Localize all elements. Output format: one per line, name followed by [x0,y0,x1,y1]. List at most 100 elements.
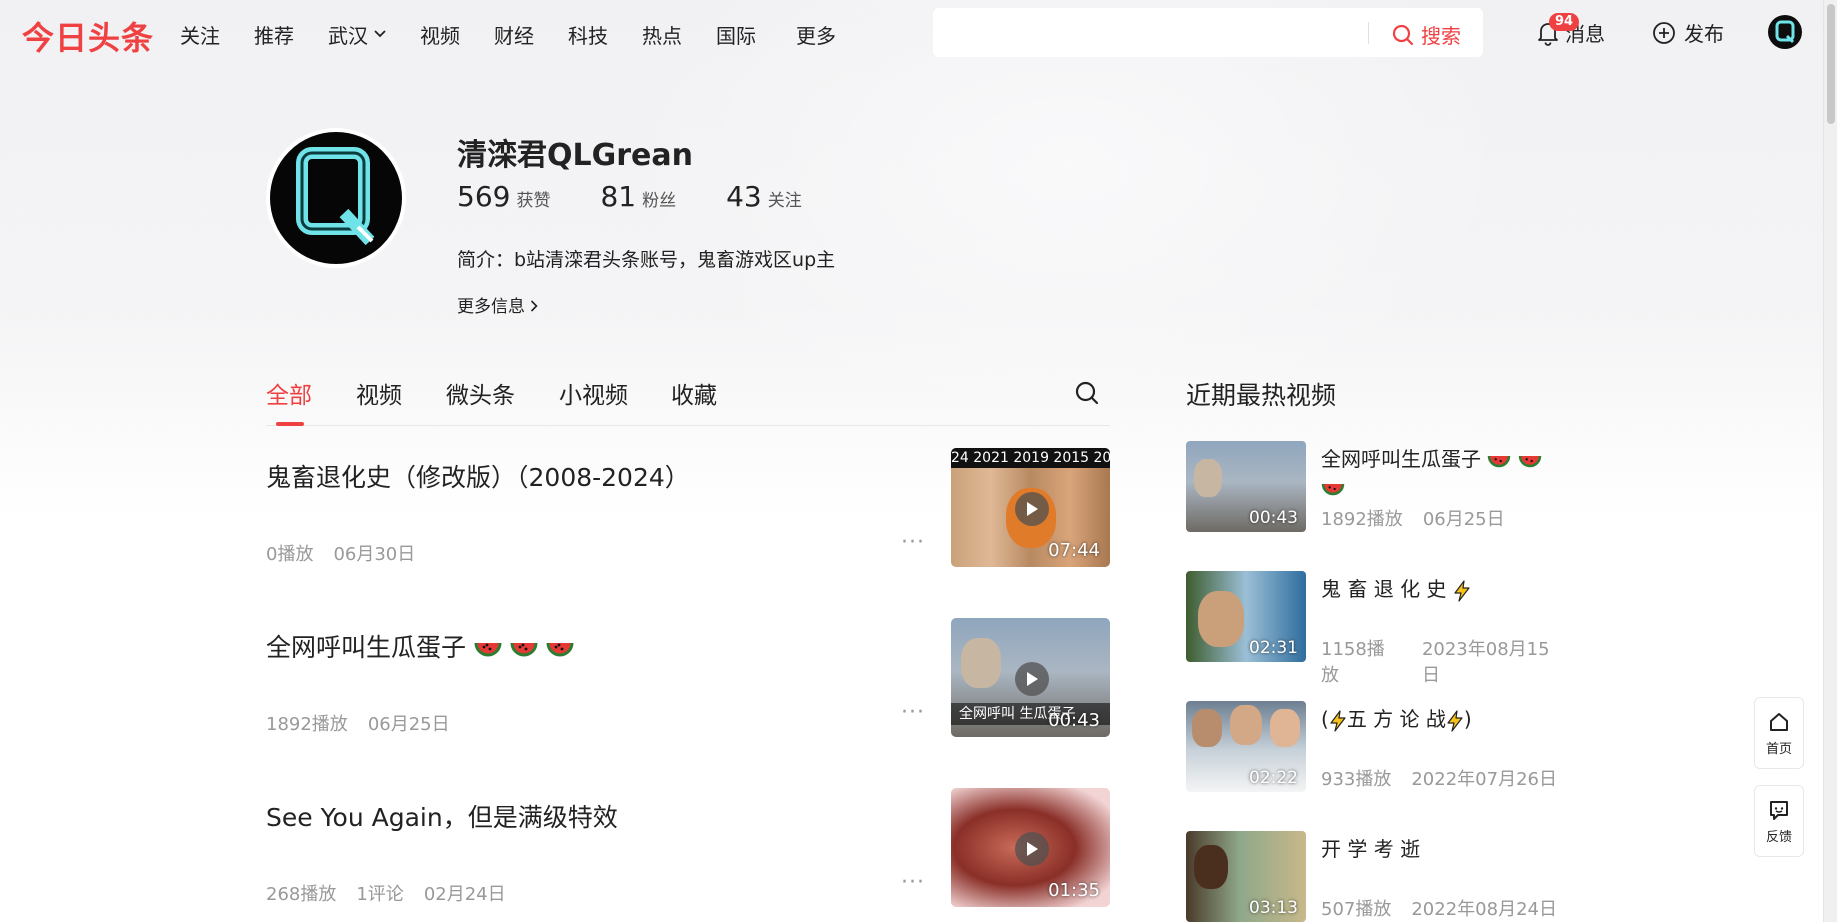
publish-button[interactable]: 发布 [1652,18,1724,47]
fans-count: 81 [600,180,637,213]
play-count: 1892播放 [266,714,348,735]
fans-label: 粉丝 [642,191,677,211]
following-count: 43 [726,180,762,213]
nav-label: 关注 [180,24,220,48]
watermelon-icon [1518,455,1541,467]
search-button-label: 搜索 [1421,24,1461,48]
active-tab-indicator [276,422,304,426]
profile-stats: 569 获赞 81 粉丝 43 关注 [457,180,852,213]
feed-title[interactable]: 鬼畜退化史（修改版）（2008-2024） [266,458,690,494]
thumbnail-figure [1198,591,1244,647]
home-button[interactable]: 首页 [1754,697,1804,769]
lightning-icon [1330,709,1346,732]
hot-video-title[interactable]: 全网呼叫生瓜蛋子 [1321,445,1561,501]
likes-label: 获赞 [516,191,551,211]
nav-label: 国际 [716,24,756,48]
feed-item: 鬼畜退化史（修改版）（2008-2024） 0播放 06月30日 ··· 24 … [266,448,1110,598]
hot-video-item: 00:43 全网呼叫生瓜蛋子 1892播放 06月25日 [1186,441,1586,536]
hot-video-thumbnail[interactable]: 03:13 [1186,831,1306,922]
nav-label: 财经 [494,24,534,48]
feed-meta: 1892播放 06月25日 [266,710,470,736]
nav-item-finance[interactable]: 财经 [494,20,534,49]
hot-video-title[interactable]: (五 方 论 战) [1321,705,1561,733]
profile-bio: 简介：b站清滦君头条账号，鬼畜游戏区up主 [457,249,836,271]
tab-favorites[interactable]: 收藏 [671,376,717,410]
hot-video-thumbnail[interactable]: 02:22 [1186,701,1306,792]
hot-video-item: 03:13 开 学 考 逝 507播放 2022年08月24日 [1186,831,1586,922]
nav-item-hot[interactable]: 热点 [642,20,682,49]
hot-video-title-text: 全网呼叫生瓜蛋子 [1321,447,1481,471]
tab-short-video[interactable]: 小视频 [559,376,628,410]
tab-all[interactable]: 全部 [266,376,312,410]
hot-video-thumbnail[interactable]: 02:31 [1186,571,1306,662]
tab-video[interactable]: 视频 [356,376,402,410]
nav-label: 科技 [568,24,608,48]
video-thumbnail[interactable]: 01:35 [951,788,1110,907]
home-icon [1770,712,1788,731]
chevron-right-icon [531,300,539,312]
home-label: 首页 [1765,741,1792,757]
publish-date: 2022年07月26日 [1411,769,1557,790]
nav-label: 更多 [796,24,836,48]
lightning-icon [1454,579,1470,602]
video-duration: 00:43 [1249,508,1298,528]
nav-item-tech[interactable]: 科技 [568,20,608,49]
video-duration: 01:35 [1048,880,1100,901]
tab-search-button[interactable] [1074,380,1100,410]
nav-item-more[interactable]: 更多 [796,20,836,49]
more-options-button[interactable]: ··· [901,870,925,895]
page-scrollbar[interactable] [1823,0,1837,922]
feed-title-text: 全网呼叫生瓜蛋子 [266,633,467,662]
following-stat[interactable]: 43 关注 [726,180,802,213]
comment-count: 1评论 [356,884,404,905]
video-duration: 07:44 [1048,540,1100,561]
play-icon [1015,492,1049,526]
fans-stat[interactable]: 81 粉丝 [600,180,676,213]
search-bar: 搜索 [933,8,1483,57]
scrollbar-thumb[interactable] [1827,4,1835,124]
hot-video-meta: 1158播放 2023年08月15日 [1321,635,1586,687]
nav-item-recommend[interactable]: 推荐 [254,20,294,49]
hot-video-item: 02:31 鬼 畜 退 化 史 1158播放 2023年08月15日 [1186,571,1586,686]
nav-item-follow[interactable]: 关注 [180,20,220,49]
user-avatar[interactable] [1768,15,1802,49]
watermelon-icon [1321,483,1345,495]
hot-video-meta: 1892播放 06月25日 [1321,505,1525,531]
play-count: 0播放 [266,544,314,565]
hot-video-title-text: 五 方 论 战 [1346,707,1446,731]
tab-micro-post[interactable]: 微头条 [446,376,515,410]
search-button[interactable]: 搜索 [1391,20,1461,49]
nav-item-city[interactable]: 武汉 [328,20,386,49]
content-tabs: 全部 视频 微头条 小视频 收藏 [266,376,1110,426]
video-thumbnail[interactable]: 24 2021 2019 2015 20 07:44 [951,448,1110,567]
feed-title[interactable]: See You Again，但是满级特效 [266,798,618,834]
hot-video-title[interactable]: 开 学 考 逝 [1321,835,1561,863]
play-count: 268播放 [266,884,337,905]
nav-label: 推荐 [254,24,294,48]
video-thumbnail[interactable]: 全网呼叫 生瓜蛋子 00:43 [951,618,1110,737]
toutiao-logo[interactable]: 今日头条 [22,13,154,59]
feedback-button[interactable]: 反馈 [1754,785,1804,857]
thumbnail-figure [1230,705,1262,745]
more-options-button[interactable]: ··· [901,530,925,555]
more-info-link[interactable]: 更多信息 [457,292,539,317]
hot-video-thumbnail[interactable]: 00:43 [1186,441,1306,532]
likes-count: 569 [457,180,511,213]
thumbnail-figure [1194,459,1222,497]
publish-date: 06月25日 [367,714,450,735]
hot-video-title-suffix: ) [1463,707,1472,731]
nav-item-video[interactable]: 视频 [420,20,460,49]
nav-item-international[interactable]: 国际 [716,20,756,49]
hot-video-title[interactable]: 鬼 畜 退 化 史 [1321,575,1561,603]
feed-title[interactable]: 全网呼叫生瓜蛋子 [266,628,574,664]
watermelon-icon [546,642,574,657]
more-options-button[interactable]: ··· [901,700,925,725]
feed-meta: 0播放 06月30日 [266,540,435,566]
video-duration: 02:31 [1249,638,1298,658]
channel-nav: 关注 推荐 武汉 视频 财经 科技 热点 国际 更多 [180,20,870,49]
nav-label: 视频 [420,24,460,48]
profile-name: 清滦君QLGrean [457,138,693,173]
messages-button[interactable]: 94 消息 [1535,13,1605,47]
search-input[interactable] [947,18,1287,46]
hot-videos-title: 近期最热视频 [1186,381,1337,410]
